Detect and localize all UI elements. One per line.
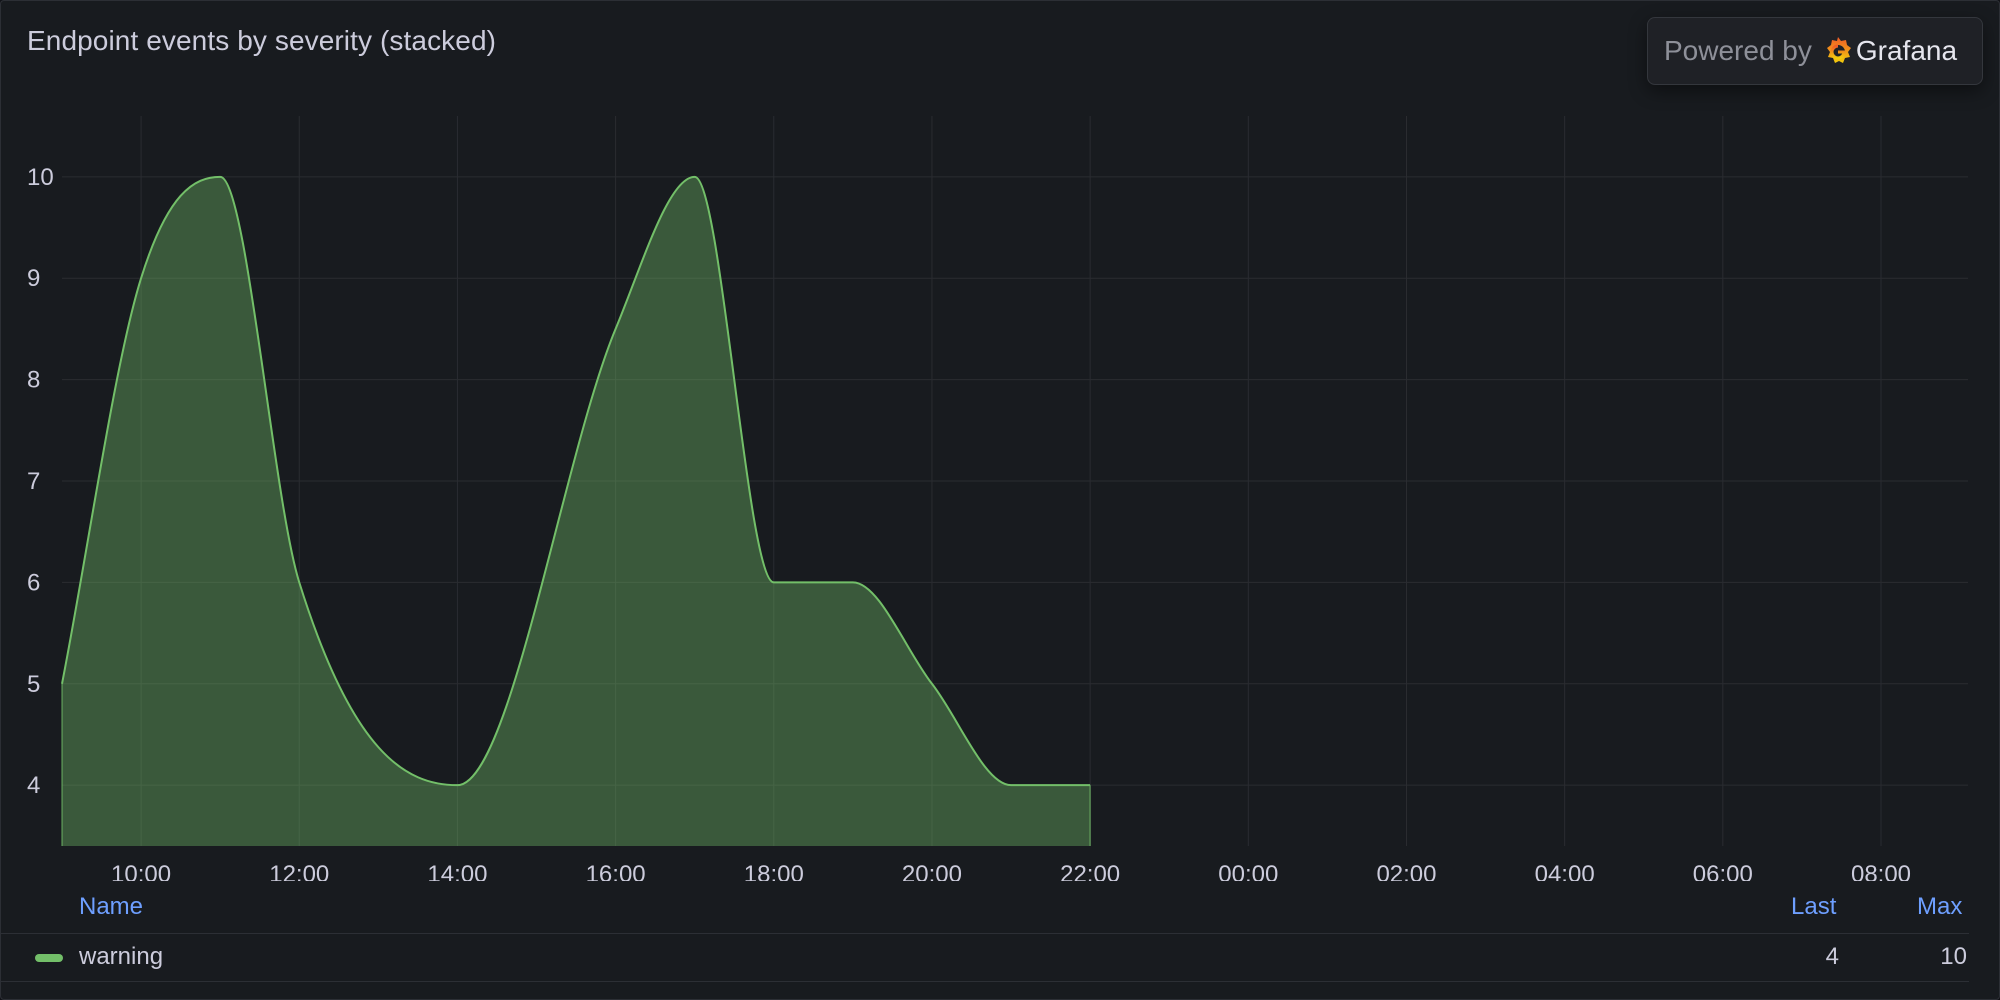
y-tick-label: 6: [27, 569, 40, 596]
y-tick-label: 4: [27, 772, 40, 799]
x-tick-label: 04:00: [1535, 861, 1595, 881]
x-tick-label: 20:00: [902, 861, 962, 881]
y-tick-label: 10: [27, 164, 54, 191]
legend-series-swatch[interactable]: [35, 954, 63, 962]
x-tick-label: 18:00: [744, 861, 804, 881]
legend-header-last[interactable]: Last: [1791, 893, 1836, 921]
powered-by-text: Powered by: [1664, 35, 1812, 66]
legend-divider-top: [1, 933, 1969, 934]
chart-panel: Endpoint events by severity (stacked) 45…: [0, 0, 2000, 1000]
legend-header-max[interactable]: Max: [1917, 893, 1962, 921]
legend-divider-bottom: [1, 981, 1969, 982]
powered-by-badge[interactable]: Powered by Grafana: [1647, 17, 1983, 85]
y-tick-label: 5: [27, 671, 40, 698]
chart-area[interactable]: 4 5 6 7 8 9 10 10:00 12:00 14:00 16:00 18:00 20:00 22…: [1, 1, 2000, 881]
legend-series-name[interactable]: warning: [79, 943, 163, 971]
x-tick-label: 22:00: [1060, 861, 1120, 881]
legend-header-name[interactable]: Name: [79, 893, 143, 921]
y-tick-label: 8: [27, 367, 40, 394]
x-tick-label: 14:00: [427, 861, 487, 881]
x-tick-label: 02:00: [1376, 861, 1436, 881]
y-tick-label: 7: [27, 468, 40, 495]
x-tick-label: 12:00: [269, 861, 329, 881]
x-tick-label: 10:00: [111, 861, 171, 881]
grafana-brand-text: Grafana: [1855, 35, 1958, 66]
x-tick-label: 16:00: [586, 861, 646, 881]
legend-series-max: 10: [1940, 943, 1967, 970]
x-tick-label: 08:00: [1851, 861, 1911, 881]
legend-series-last: 4: [1825, 943, 1839, 970]
series-area-fill: [62, 176, 1091, 847]
y-tick-label: 9: [27, 265, 40, 292]
x-tick-label: 06:00: [1693, 861, 1753, 881]
x-tick-label: 00:00: [1218, 861, 1278, 881]
grafana-logo-icon: [1826, 37, 1851, 63]
